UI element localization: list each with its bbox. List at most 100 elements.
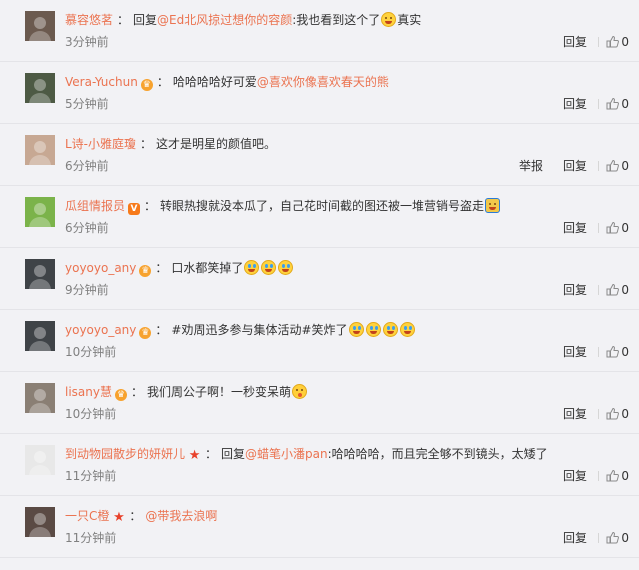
comment-line: 一只C橙 ★ ： @带我去浪啊 [65, 507, 217, 525]
username-link[interactable]: L诗-小雅庭瓊 [65, 137, 136, 151]
colon-separator: ： [129, 509, 142, 523]
like-count: 0 [621, 35, 629, 49]
avatar[interactable] [25, 321, 55, 351]
mention-link[interactable]: @蜡笔小潘pan [245, 447, 328, 461]
cry-emoji-icon [244, 260, 260, 275]
comment-line: yoyoyo_any ♛：口水都笑掉了 [65, 259, 294, 277]
reply-button[interactable]: 回复 [563, 95, 587, 113]
cute-emoji-icon [292, 384, 308, 399]
report-button[interactable]: 举报 [519, 157, 543, 175]
username-link[interactable]: yoyoyo_any [65, 323, 136, 337]
colon-separator: ： [155, 323, 168, 337]
colon-separator: ： [155, 261, 168, 275]
avatar[interactable] [25, 445, 55, 475]
like-button[interactable]: 0 [606, 281, 629, 301]
username-link[interactable]: 一只C橙 [65, 509, 109, 523]
comment-line: Vera-Yuchun ♛：哈哈哈哈好可爱@喜欢你像喜欢春天的熊 [65, 73, 389, 91]
avatar[interactable] [25, 383, 55, 413]
comment-item: 瓜组情报员 V：转眼热搜就没本瓜了，自己花时间截的图还被一堆营销号盗走 6分钟前 … [0, 186, 639, 248]
comment-timestamp: 11分钟前 [65, 531, 117, 545]
cry-emoji-icon [278, 260, 294, 275]
comment-timestamp: 6分钟前 [65, 159, 109, 173]
divider [598, 533, 599, 543]
like-count: 0 [621, 469, 629, 483]
avatar-image [29, 17, 51, 41]
comment-line: 到动物园散步的妍妍儿 ★ ：回复@蜡笔小潘pan:哈哈哈哈，而且完全够不到镜头，太矮… [65, 445, 548, 463]
comment-item: Vera-Yuchun ♛：哈哈哈哈好可爱@喜欢你像喜欢春天的熊 5分钟前 回复 … [0, 62, 639, 124]
member-crown-icon: ♛ [139, 265, 152, 277]
like-button[interactable]: 0 [606, 529, 629, 549]
reply-prefix: 回复 [133, 13, 158, 27]
reply-button[interactable]: 回复 [563, 157, 587, 175]
avatar[interactable] [25, 259, 55, 289]
like-count: 0 [621, 407, 629, 421]
reply-button[interactable]: 回复 [563, 33, 587, 51]
username-link[interactable]: yoyoyo_any [65, 261, 136, 275]
like-button[interactable]: 0 [606, 405, 629, 425]
like-button[interactable]: 0 [606, 467, 629, 487]
comment-text: :我也看到这个了 [292, 13, 381, 27]
comment-item: yoyoyo_any ♛：口水都笑掉了 9分钟前 回复 0 [0, 248, 639, 310]
reply-button[interactable]: 回复 [563, 529, 587, 547]
like-button[interactable]: 0 [606, 95, 629, 115]
like-count: 0 [621, 221, 629, 235]
comment-text: 这才是明星的颜值吧。 [156, 137, 277, 151]
username-link[interactable]: 瓜组情报员 [65, 199, 125, 213]
like-button[interactable]: 0 [606, 157, 629, 177]
divider [598, 161, 599, 171]
comment-item: yoyoyo_any ♛： #劝周迅多参与集体活动#笑炸了 10分钟前 回复 0 [0, 310, 639, 372]
mention-link[interactable]: @带我去浪啊 [145, 509, 217, 523]
divider [598, 409, 599, 419]
avatar[interactable] [25, 507, 55, 537]
comment-item: 到动物园散步的妍妍儿 ★：回复@蜡笔小潘pan:哈哈哈哈，而且完全够不到镜头，太矮… [0, 434, 639, 496]
member-crown-icon: ♛ [140, 79, 153, 91]
username-link[interactable]: 到动物园散步的妍妍儿 [65, 447, 185, 461]
reply-button[interactable]: 回复 [563, 343, 587, 361]
star-badge-icon: ★ [188, 448, 201, 463]
thumbs-up-icon [606, 283, 620, 301]
colon-separator: ： [205, 447, 218, 461]
thumbs-up-icon [606, 469, 620, 487]
verified-v-icon: V [128, 203, 141, 215]
username-link[interactable]: Vera-Yuchun [65, 75, 138, 89]
divider [598, 285, 599, 295]
colon-separator: ： [140, 137, 153, 151]
mention-link[interactable]: @Ed北风掠过想你的容颜 [157, 13, 292, 27]
comment-timestamp: 10分钟前 [65, 407, 117, 421]
like-button[interactable]: 0 [606, 219, 629, 239]
cry-emoji-icon [365, 322, 381, 337]
comment-line: lisany慧 ♛： 我们周公子啊！一秒变呆萌 [65, 383, 308, 401]
divider [598, 99, 599, 109]
comment-text: #劝周迅多参与集体活动#笑炸了 [171, 323, 348, 337]
comment-timestamp: 5分钟前 [65, 97, 109, 111]
avatar[interactable] [25, 73, 55, 103]
avatar[interactable] [25, 135, 55, 165]
thumbs-up-icon [606, 345, 620, 363]
like-button[interactable]: 0 [606, 343, 629, 363]
thumbs-up-icon [606, 221, 620, 239]
reply-prefix: 回复 [221, 447, 246, 461]
like-button[interactable]: 0 [606, 33, 629, 53]
reply-button[interactable]: 回复 [563, 281, 587, 299]
username-link[interactable]: 慕容悠茗 [65, 13, 113, 27]
tree-emoji-icon [485, 198, 501, 213]
thumbs-up-icon [606, 407, 620, 425]
avatar-image [29, 327, 51, 351]
colon-separator: ： [156, 75, 169, 89]
cry-emoji-icon [382, 322, 398, 337]
reply-button[interactable]: 回复 [563, 467, 587, 485]
member-crown-icon: ♛ [114, 389, 127, 401]
reply-button[interactable]: 回复 [563, 219, 587, 237]
username-link[interactable]: lisany慧 [65, 385, 112, 399]
avatar[interactable] [25, 197, 55, 227]
laugh-emoji-icon [381, 12, 397, 27]
mention-link[interactable]: @喜欢你像喜欢春天的熊 [257, 75, 389, 89]
comment-text: :哈哈哈哈，而且完全够不到镜头，太矮了 [327, 447, 548, 461]
like-count: 0 [621, 345, 629, 359]
comment-item: L诗-小雅庭瓊 ：这才是明星的颜值吧。 6分钟前 举报 回复 0 [0, 124, 639, 186]
comment-item: lisany慧 ♛： 我们周公子啊！一秒变呆萌 10分钟前 回复 0 [0, 372, 639, 434]
comment-item: 一只C橙 ★ ： @带我去浪啊 11分钟前 回复 0 [0, 496, 639, 558]
reply-button[interactable]: 回复 [563, 405, 587, 423]
avatar-image [29, 141, 51, 165]
avatar[interactable] [25, 11, 55, 41]
